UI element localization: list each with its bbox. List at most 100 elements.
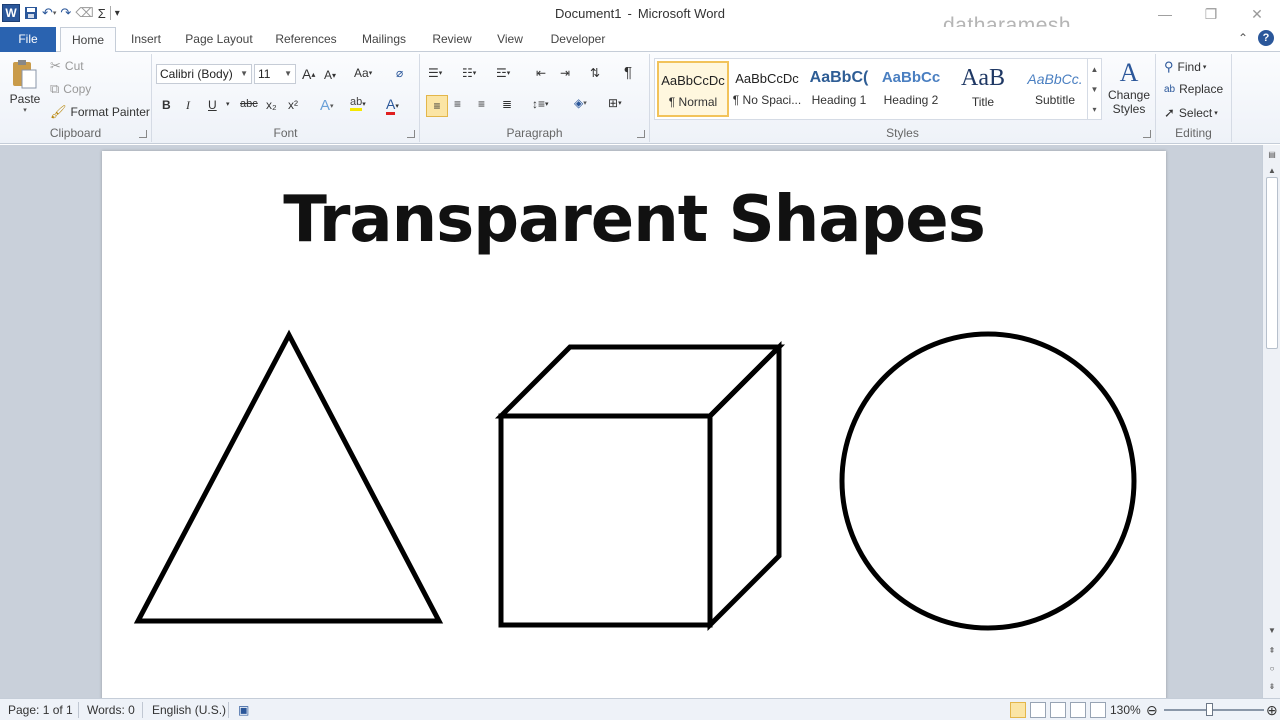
change-styles-label: Change Styles: [1107, 88, 1151, 116]
change-case-button[interactable]: Aa ▾: [354, 66, 372, 80]
italic-button[interactable]: I: [186, 98, 190, 113]
font-color-icon[interactable]: A ▾: [386, 96, 399, 115]
style-sample: AaBbC(: [809, 69, 869, 86]
language-indicator[interactable]: English (U.S.): [152, 699, 226, 720]
style-normal[interactable]: AaBbCcDc ¶ Normal: [657, 61, 729, 117]
tab-developer[interactable]: Developer: [542, 27, 614, 52]
clipboard-launcher-icon[interactable]: [139, 130, 147, 138]
align-right-icon[interactable]: ≡: [478, 97, 485, 111]
clear-formatting-icon[interactable]: ⌀: [396, 66, 403, 80]
find-button[interactable]: ⚲ Find ▾: [1164, 59, 1206, 75]
font-size-dropdown-icon: ▼: [284, 69, 292, 78]
tab-view[interactable]: View: [490, 27, 530, 52]
paragraph-launcher-icon[interactable]: [637, 130, 645, 138]
sort-icon[interactable]: ⇅: [590, 66, 600, 80]
cube-shape[interactable]: [494, 340, 786, 632]
text-effects-icon[interactable]: A ▾: [320, 97, 334, 114]
scroll-up-icon[interactable]: ▲: [1266, 165, 1278, 177]
gallery-more-icon[interactable]: ▾: [1092, 105, 1096, 114]
circle-shape[interactable]: [839, 331, 1137, 631]
next-page-icon[interactable]: ⇟: [1266, 681, 1278, 693]
grow-font-button[interactable]: A ▴: [302, 66, 315, 82]
tab-mailings[interactable]: Mailings: [354, 27, 414, 52]
word-count[interactable]: Words: 0: [87, 699, 135, 720]
page-count[interactable]: Page: 1 of 1: [8, 699, 73, 720]
align-center-icon[interactable]: ≡: [454, 97, 461, 111]
status-separator: [228, 702, 229, 718]
zoom-out-icon[interactable]: ⊖: [1146, 699, 1158, 720]
draft-view-icon[interactable]: [1090, 702, 1106, 718]
decrease-indent-icon[interactable]: ⇤: [536, 66, 546, 80]
bold-button[interactable]: B: [162, 98, 171, 112]
font-name-combo[interactable]: Calibri (Body) ▼: [156, 64, 252, 84]
change-styles-button[interactable]: A Change Styles: [1106, 58, 1152, 116]
copy-button[interactable]: ⧉ Copy: [50, 81, 91, 97]
style-title[interactable]: AaB Title: [947, 61, 1019, 117]
format-painter-button[interactable]: 🖌 Format Painter: [50, 104, 150, 120]
browse-object-icon[interactable]: ○: [1266, 663, 1278, 675]
shrink-font-button[interactable]: A ▾: [324, 68, 336, 82]
document-page[interactable]: Transparent Shapes: [102, 151, 1166, 698]
full-screen-reading-icon[interactable]: [1030, 702, 1046, 718]
bullets-icon[interactable]: ☰ ▾: [428, 66, 442, 80]
scrollbar-thumb[interactable]: [1266, 177, 1278, 349]
style-no-spacing[interactable]: AaBbCcDc ¶ No Spaci...: [731, 61, 803, 117]
minimize-icon[interactable]: —: [1142, 0, 1188, 28]
justify-icon[interactable]: ≣: [502, 97, 512, 111]
previous-page-icon[interactable]: ⇞: [1266, 645, 1278, 657]
superscript-button[interactable]: x²: [288, 98, 298, 112]
style-name: Heading 1: [811, 93, 867, 107]
subscript-button[interactable]: x₂: [266, 98, 277, 112]
styles-gallery-scroll[interactable]: ▲ ▼ ▾: [1087, 59, 1101, 119]
tab-insert[interactable]: Insert: [124, 27, 168, 52]
tab-home[interactable]: Home: [60, 27, 116, 53]
replace-label: Replace: [1179, 82, 1224, 96]
strikethrough-button[interactable]: abc: [240, 98, 258, 110]
paste-button[interactable]: Paste ▾: [6, 58, 44, 122]
increase-indent-icon[interactable]: ⇥: [560, 66, 570, 80]
zoom-slider-thumb[interactable]: [1205, 703, 1213, 716]
editing-group-label: Editing: [1175, 126, 1212, 140]
shading-icon[interactable]: ◈ ▾: [574, 96, 587, 110]
underline-button[interactable]: U: [208, 98, 217, 112]
select-button[interactable]: ➚ Select ▾: [1164, 105, 1218, 121]
underline-dropdown-icon[interactable]: ▾: [226, 100, 230, 108]
borders-icon[interactable]: ⊞ ▾: [608, 96, 622, 110]
font-launcher-icon[interactable]: [407, 130, 415, 138]
cut-button[interactable]: ✂ Cut: [50, 58, 84, 74]
line-spacing-icon[interactable]: ↕≡ ▾: [532, 97, 549, 111]
multilevel-list-icon[interactable]: ☲ ▾: [496, 66, 510, 80]
restore-icon[interactable]: ❐: [1188, 0, 1234, 28]
vertical-scrollbar[interactable]: ▤ ▲ ▼ ⇞ ○ ⇟: [1262, 145, 1280, 698]
ruler-toggle-icon[interactable]: ▤: [1266, 149, 1278, 161]
print-layout-icon[interactable]: [1010, 702, 1026, 718]
chevron-down-icon[interactable]: ▼: [1091, 85, 1099, 94]
numbering-icon[interactable]: ☷ ▾: [462, 66, 476, 80]
font-size-combo[interactable]: 11 ▼: [254, 64, 296, 84]
triangle-shape[interactable]: [133, 329, 444, 624]
show-formatting-button[interactable]: ¶: [624, 64, 632, 81]
scroll-down-icon[interactable]: ▼: [1266, 625, 1278, 637]
zoom-in-icon[interactable]: ⊕: [1266, 699, 1278, 720]
zoom-level[interactable]: 130%: [1110, 699, 1141, 720]
style-heading-2[interactable]: AaBbCc Heading 2: [875, 61, 947, 117]
highlight-color-icon[interactable]: ab ▾: [350, 96, 366, 111]
web-layout-icon[interactable]: [1050, 702, 1066, 718]
close-icon[interactable]: ✕: [1234, 0, 1280, 28]
chevron-up-icon[interactable]: ▲: [1091, 65, 1099, 74]
collapse-ribbon-icon[interactable]: ⌃: [1238, 31, 1248, 45]
style-sample: AaBbCc.: [1027, 71, 1083, 87]
tab-references[interactable]: References: [270, 27, 342, 52]
style-heading-1[interactable]: AaBbC( Heading 1: [803, 61, 875, 117]
replace-button[interactable]: ab Replace: [1164, 82, 1223, 96]
styles-launcher-icon[interactable]: [1143, 130, 1151, 138]
outline-view-icon[interactable]: [1070, 702, 1086, 718]
tab-file[interactable]: File: [0, 27, 56, 52]
tab-page-layout[interactable]: Page Layout: [180, 27, 258, 52]
macro-recording-icon[interactable]: ▣: [238, 699, 249, 720]
zoom-slider[interactable]: [1164, 709, 1264, 711]
tab-review[interactable]: Review: [426, 27, 478, 52]
help-icon[interactable]: ?: [1258, 30, 1274, 46]
align-left-icon[interactable]: ≡: [426, 95, 448, 117]
style-subtitle[interactable]: AaBbCc. Subtitle: [1019, 61, 1091, 117]
